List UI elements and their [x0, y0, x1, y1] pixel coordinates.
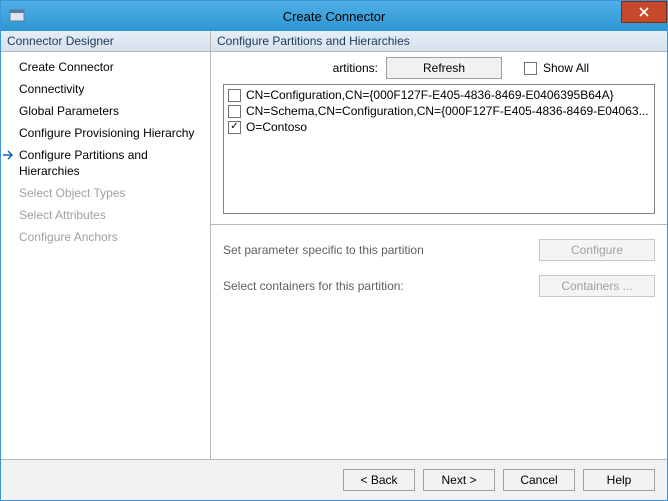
- partition-checkbox[interactable]: [228, 105, 241, 118]
- nav-select-attributes: Select Attributes: [1, 204, 210, 226]
- nav-label: Global Parameters: [19, 103, 119, 119]
- window-title: Create Connector: [1, 9, 667, 24]
- nav-provisioning-hierarchy[interactable]: Configure Provisioning Hierarchy: [1, 122, 210, 144]
- select-containers-label: Select containers for this partition:: [223, 279, 404, 293]
- nav-label: Select Object Types: [19, 185, 126, 201]
- right-panel: Configure Partitions and Hierarchies art…: [211, 31, 667, 459]
- containers-button: Containers ...: [539, 275, 655, 297]
- partitions-label: artitions:: [223, 61, 378, 75]
- nav-list: Create Connector Connectivity Global Par…: [1, 52, 210, 252]
- partition-checkbox[interactable]: [228, 89, 241, 102]
- partition-item[interactable]: ✓ O=Contoso: [226, 119, 652, 135]
- app-icon: [9, 8, 25, 24]
- content-area: Connector Designer Create Connector Conn…: [1, 31, 667, 459]
- showall-checkbox-wrap[interactable]: Show All: [524, 61, 589, 75]
- showall-checkbox[interactable]: [524, 62, 537, 75]
- cancel-button[interactable]: Cancel: [503, 469, 575, 491]
- partitions-area: artitions: Refresh Show All CN=Configura…: [211, 52, 667, 225]
- partition-item[interactable]: CN=Configuration,CN={000F127F-E405-4836-…: [226, 87, 652, 103]
- partitions-listbox[interactable]: CN=Configuration,CN={000F127F-E405-4836-…: [223, 84, 655, 214]
- wizard-button-bar: < Back Next > Cancel Help: [1, 459, 667, 500]
- nav-configure-anchors: Configure Anchors: [1, 226, 210, 248]
- right-panel-header: Configure Partitions and Hierarchies: [211, 31, 667, 52]
- partition-checkbox[interactable]: ✓: [228, 121, 241, 134]
- nav-partitions-hierarchies[interactable]: Configure Partitions and Hierarchies: [1, 144, 210, 182]
- close-button[interactable]: [621, 1, 667, 23]
- set-parameter-label: Set parameter specific to this partition: [223, 243, 424, 257]
- partition-label: CN=Schema,CN=Configuration,CN={000F127F-…: [246, 104, 649, 118]
- close-icon: [639, 7, 649, 17]
- nav-label: Create Connector: [19, 59, 114, 75]
- back-button[interactable]: < Back: [343, 469, 415, 491]
- partition-options-area: Set parameter specific to this partition…: [211, 225, 667, 325]
- nav-create-connector[interactable]: Create Connector: [1, 56, 210, 78]
- nav-label: Configure Anchors: [19, 229, 118, 245]
- next-button[interactable]: Next >: [423, 469, 495, 491]
- left-panel: Connector Designer Create Connector Conn…: [1, 31, 211, 459]
- partitions-toolbar: artitions: Refresh Show All: [211, 52, 667, 84]
- nav-global-parameters[interactable]: Global Parameters: [1, 100, 210, 122]
- nav-label: Configure Provisioning Hierarchy: [19, 125, 194, 141]
- nav-label: Configure Partitions and Hierarchies: [19, 147, 206, 179]
- partition-label: O=Contoso: [246, 120, 307, 134]
- help-button[interactable]: Help: [583, 469, 655, 491]
- nav-label: Select Attributes: [19, 207, 106, 223]
- nav-connectivity[interactable]: Connectivity: [1, 78, 210, 100]
- partition-label: CN=Configuration,CN={000F127F-E405-4836-…: [246, 88, 614, 102]
- left-panel-header: Connector Designer: [1, 31, 210, 52]
- showall-label: Show All: [543, 61, 589, 75]
- title-bar: Create Connector: [1, 1, 667, 31]
- nav-label: Connectivity: [19, 81, 84, 97]
- refresh-button[interactable]: Refresh: [386, 57, 502, 79]
- configure-button: Configure: [539, 239, 655, 261]
- current-step-arrow-icon: [3, 148, 15, 164]
- nav-select-object-types: Select Object Types: [1, 182, 210, 204]
- partition-item[interactable]: CN=Schema,CN=Configuration,CN={000F127F-…: [226, 103, 652, 119]
